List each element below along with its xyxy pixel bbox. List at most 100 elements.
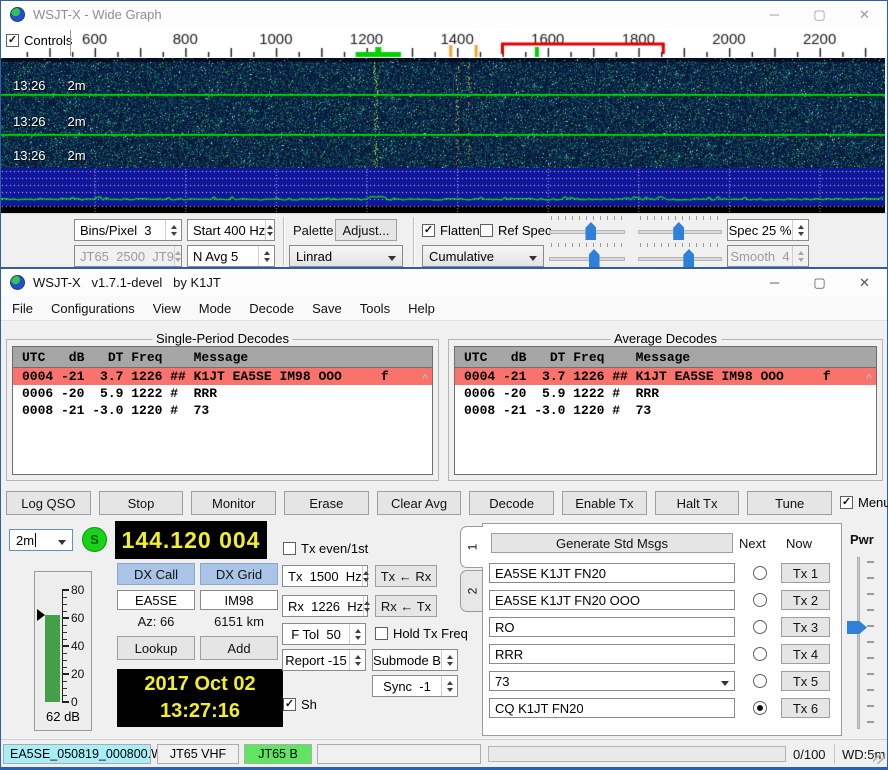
tx3-next-radio[interactable]: [753, 620, 767, 634]
spec-percent-spinbox[interactable]: Spec 25 %: [727, 219, 809, 241]
pwr-slider-handle[interactable]: [847, 621, 867, 634]
hold-tx-freq-checkbox[interactable]: Hold Tx Freq: [375, 626, 468, 641]
menu-file[interactable]: File: [3, 301, 42, 316]
frequency-display[interactable]: 144.120 004: [115, 521, 267, 559]
rx-from-tx-button[interactable]: Rx ← Tx: [375, 595, 437, 617]
tx6-message-field[interactable]: CQ K1JT FN20: [489, 698, 735, 718]
tx4-now-button[interactable]: Tx 4: [781, 644, 830, 664]
stop-button[interactable]: Stop: [99, 491, 184, 515]
n-avg-spinbox[interactable]: N Avg 5: [187, 245, 275, 267]
decode-row[interactable]: 0008 -21 -3.0 1220 # 73: [455, 402, 876, 419]
sync-status-indicator[interactable]: S: [82, 527, 107, 552]
dx-call-button[interactable]: DX Call: [117, 563, 195, 585]
decode-button[interactable]: Decode: [469, 491, 554, 515]
tx1-next-radio[interactable]: [753, 566, 767, 580]
tx2-message-field[interactable]: EA5SE K1JT FN20 OOO: [489, 590, 735, 610]
tab-2[interactable]: 2: [460, 570, 483, 612]
gain2-slider[interactable]: [549, 243, 625, 269]
tx5-message-combo[interactable]: 73: [489, 671, 735, 691]
tune-button[interactable]: Tune: [747, 491, 832, 515]
scale-divider: [70, 30, 71, 56]
gain-slider[interactable]: [549, 216, 625, 242]
tx2-next-radio[interactable]: [753, 593, 767, 607]
resize-grip[interactable]: [873, 753, 884, 764]
tx3-message-field[interactable]: RO: [489, 617, 735, 637]
sync-spinbox[interactable]: Sync -1: [372, 675, 458, 697]
dx-grid-field[interactable]: IM98: [200, 590, 278, 610]
zero-slider[interactable]: [638, 216, 722, 242]
scroll-up-icon[interactable]: ^: [422, 373, 428, 384]
decode-row[interactable]: 0004 -21 3.7 1226 ## K1JT EA5SE IM98 OOO…: [13, 368, 432, 385]
generate-std-msgs-button[interactable]: Generate Std Msgs: [491, 533, 733, 553]
tx4-next-radio[interactable]: [753, 647, 767, 661]
controls-checkbox[interactable]: ✓ Controls: [6, 33, 72, 48]
monitor-button[interactable]: Monitor: [191, 491, 276, 515]
tx-even-checkbox[interactable]: Tx even/1st: [283, 541, 368, 556]
main-titlebar[interactable]: WSJT-X v1.7.1-devel by K1JT ─ ▢ ✕: [1, 269, 887, 296]
tx1-message-field[interactable]: EA5SE K1JT FN20: [489, 563, 735, 583]
submode-spinbox[interactable]: Submode B: [372, 649, 458, 671]
menu-mode[interactable]: Mode: [190, 301, 241, 316]
rx-freq-spinbox[interactable]: Rx 1226 Hz: [282, 595, 368, 617]
waterfall-canvas[interactable]: [1, 58, 885, 168]
waterfall[interactable]: 13:262m 13:262m 13:262m: [1, 58, 887, 168]
tx6-now-button[interactable]: Tx 6: [781, 698, 830, 718]
tx4-message-field[interactable]: RRR: [489, 644, 735, 664]
menu-configurations[interactable]: Configurations: [42, 301, 144, 316]
minimize-icon[interactable]: ─: [752, 269, 797, 296]
tx-freq-spinbox[interactable]: Tx 1500 Hz: [282, 565, 368, 587]
tx1-now-button[interactable]: Tx 1: [781, 563, 830, 583]
log-qso-button[interactable]: Log QSO: [6, 491, 91, 515]
dx-grid-button[interactable]: DX Grid: [200, 563, 278, 585]
close-icon[interactable]: ✕: [842, 269, 887, 296]
add-button[interactable]: Add: [200, 636, 278, 660]
band-combo[interactable]: 2m: [9, 529, 73, 551]
tx3-now-button[interactable]: Tx 3: [781, 617, 830, 637]
pwr-slider-track[interactable]: [857, 557, 860, 729]
spectrum-mode-combo[interactable]: Cumulative: [422, 245, 544, 267]
average-decode-rows[interactable]: 0004 -21 3.7 1226 ## K1JT EA5SE IM98 OOO…: [455, 368, 876, 419]
tx6-next-radio[interactable]: [753, 701, 767, 715]
sh-checkbox[interactable]: ✓Sh: [283, 697, 317, 712]
minimize-icon[interactable]: ─: [752, 1, 797, 28]
lookup-button[interactable]: Lookup: [117, 636, 195, 660]
menu-tools[interactable]: Tools: [351, 301, 399, 316]
menu-help[interactable]: Help: [399, 301, 444, 316]
single-period-rows[interactable]: 0004 -21 3.7 1226 ## K1JT EA5SE IM98 OOO…: [13, 368, 432, 419]
menu-view[interactable]: View: [144, 301, 190, 316]
decode-row[interactable]: 0008 -21 -3.0 1220 # 73: [13, 402, 432, 419]
divider: [413, 217, 414, 265]
scroll-up-icon[interactable]: ^: [866, 373, 872, 384]
tab-1[interactable]: 1: [460, 526, 483, 568]
maximize-icon[interactable]: ▢: [797, 269, 842, 296]
start-hz-spinbox[interactable]: Start 400 Hz: [187, 219, 275, 241]
clear-avg-button[interactable]: Clear Avg: [377, 491, 462, 515]
maximize-icon[interactable]: ▢: [797, 1, 842, 28]
ref-spec-checkbox[interactable]: Ref Spec: [480, 223, 551, 238]
palette-adjust-button[interactable]: Adjust...: [335, 219, 397, 241]
bins-pixel-spinbox[interactable]: Bins/Pixel 3: [74, 219, 182, 241]
erase-button[interactable]: Erase: [284, 491, 369, 515]
tx-from-rx-button[interactable]: Tx ← Rx: [375, 565, 437, 587]
menu-save[interactable]: Save: [303, 301, 351, 316]
menus-checkbox[interactable]: ✓Menus: [840, 495, 888, 510]
enable-tx-button[interactable]: Enable Tx: [562, 491, 647, 515]
decode-row[interactable]: 0006 -20 5.9 1222 # RRR: [13, 385, 432, 402]
menu-decode[interactable]: Decode: [240, 301, 303, 316]
halt-tx-button[interactable]: Halt Tx: [655, 491, 740, 515]
flatten-checkbox[interactable]: ✓Flatten: [422, 223, 480, 238]
tx2-now-button[interactable]: Tx 2: [781, 590, 830, 610]
palette-combo[interactable]: Linrad: [289, 245, 403, 267]
f-tol-spinbox[interactable]: F Tol 50: [282, 623, 366, 645]
spectrum-plot[interactable]: [1, 168, 885, 213]
dx-call-field[interactable]: EA5SE: [117, 590, 195, 610]
tx5-next-radio[interactable]: [753, 674, 767, 688]
wide-graph-titlebar[interactable]: WSJT-X - Wide Graph ─ ▢ ✕: [1, 1, 887, 28]
zero2-slider[interactable]: [638, 243, 722, 269]
report-spinbox[interactable]: Report -15: [282, 649, 366, 671]
decode-row[interactable]: 0006 -20 5.9 1222 # RRR: [455, 385, 876, 402]
frequency-scale-canvas[interactable]: [1, 28, 885, 58]
close-icon[interactable]: ✕: [842, 1, 887, 28]
decode-row[interactable]: 0004 -21 3.7 1226 ## K1JT EA5SE IM98 OOO…: [455, 368, 876, 385]
tx5-now-button[interactable]: Tx 5: [781, 671, 830, 691]
